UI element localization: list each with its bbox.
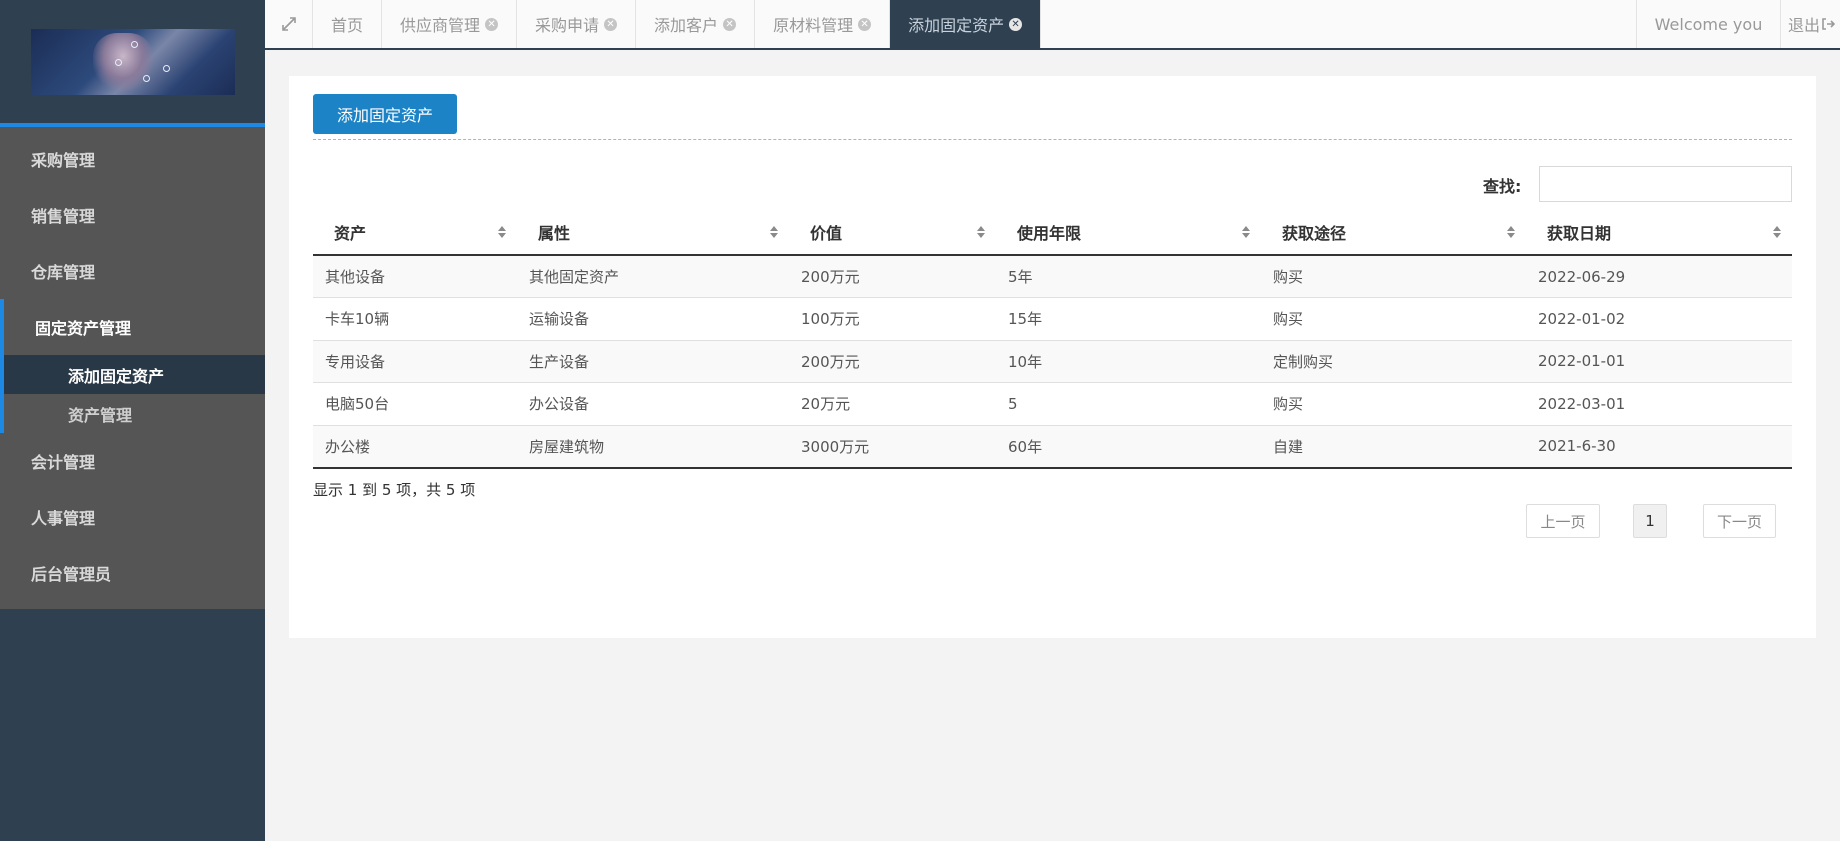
cell-service-life: 5年 <box>996 255 1261 298</box>
cell-asset: 其他设备 <box>313 255 517 298</box>
cell-value: 100万元 <box>789 297 996 341</box>
sidebar: 采购管理 销售管理 仓库管理 固定资产管理 添加固定资产 资产管理 会计管理 人… <box>0 0 265 841</box>
close-icon[interactable]: ✕ <box>723 17 737 31</box>
cell-acquisition-date: 2022-06-29 <box>1526 255 1792 298</box>
logout-button[interactable]: 退出 <box>1780 0 1840 48</box>
cell-attribute: 房屋建筑物 <box>517 425 789 469</box>
sidebar-item-admin[interactable]: 后台管理员 <box>0 545 265 601</box>
cell-attribute: 生产设备 <box>517 340 789 383</box>
column-header-acquisition-method[interactable]: 获取途径 <box>1261 210 1526 256</box>
cell-value: 200万元 <box>789 255 996 298</box>
column-header-acquisition-date[interactable]: 获取日期 <box>1526 210 1792 256</box>
cell-acquisition-method: 定制购买 <box>1261 340 1526 383</box>
cell-acquisition-method: 购买 <box>1261 382 1526 426</box>
table-row[interactable]: 电脑50台 办公设备 20万元 5 购买 2022-03-01 <box>313 382 1792 426</box>
tab-home[interactable]: 首页 <box>313 0 383 48</box>
logout-label: 退出 <box>1788 16 1821 35</box>
cell-acquisition-date: 2021-6-30 <box>1526 425 1792 469</box>
sidebar-item-sales[interactable]: 销售管理 <box>0 187 265 243</box>
table-row[interactable]: 其他设备 其他固定资产 200万元 5年 购买 2022-06-29 <box>313 255 1792 298</box>
add-fixed-asset-button[interactable]: 添加固定资产 <box>313 94 457 134</box>
tab-label: 添加固定资产 <box>908 16 1005 35</box>
cell-asset: 专用设备 <box>313 340 517 383</box>
sort-icon <box>498 226 506 238</box>
welcome-text: Welcome you <box>1636 0 1780 48</box>
content-card: 添加固定资产 查找: 资产 属性 价值 使用年限 获取途径 获取日期 其他设备 … <box>289 76 1816 638</box>
sidebar-item-accounting[interactable]: 会计管理 <box>0 433 265 489</box>
sidebar-subitem-add-fixed-asset[interactable]: 添加固定资产 <box>0 355 265 394</box>
close-icon[interactable]: ✕ <box>604 17 618 31</box>
cell-acquisition-date: 2022-01-01 <box>1526 340 1792 383</box>
sidebar-item-hr[interactable]: 人事管理 <box>0 489 265 545</box>
sidebar-group-fixed-assets: 固定资产管理 添加固定资产 资产管理 <box>0 299 265 433</box>
cell-attribute: 运输设备 <box>517 297 789 341</box>
table-info: 显示 1 到 5 项，共 5 项 <box>313 481 476 499</box>
sidebar-item-fixed-assets[interactable]: 固定资产管理 <box>0 299 265 355</box>
cell-acquisition-method: 购买 <box>1261 297 1526 341</box>
sort-icon <box>1507 226 1515 238</box>
logo-image <box>30 28 235 95</box>
prev-page-button[interactable]: 上一页 <box>1526 504 1600 538</box>
tab-label: 供应商管理 <box>400 16 481 35</box>
tab-label: 添加客户 <box>654 16 719 35</box>
expand-icon[interactable] <box>265 0 313 48</box>
cell-attribute: 其他固定资产 <box>517 255 789 298</box>
search-input[interactable] <box>1539 166 1792 202</box>
sort-icon <box>977 226 985 238</box>
column-header-value[interactable]: 价值 <box>789 210 996 256</box>
close-icon[interactable]: ✕ <box>1009 17 1023 31</box>
next-page-button[interactable]: 下一页 <box>1703 504 1776 538</box>
cell-service-life: 60年 <box>996 425 1261 469</box>
assets-table: 资产 属性 价值 使用年限 获取途径 获取日期 其他设备 其他固定资产 200万… <box>313 210 1792 469</box>
cell-value: 20万元 <box>789 382 996 426</box>
cell-acquisition-method: 购买 <box>1261 255 1526 298</box>
tab-raw-material[interactable]: 原材料管理 ✕ <box>755 0 891 48</box>
tabs-spacer <box>1041 0 1636 48</box>
sidebar-item-purchase[interactable]: 采购管理 <box>0 131 265 187</box>
cell-asset: 电脑50台 <box>313 382 517 426</box>
sort-icon <box>770 226 778 238</box>
tab-label: 原材料管理 <box>773 16 854 35</box>
cell-value: 200万元 <box>789 340 996 383</box>
cell-service-life: 5 <box>996 382 1261 426</box>
cell-asset: 卡车10辆 <box>313 297 517 341</box>
nav-menu: 采购管理 销售管理 仓库管理 固定资产管理 添加固定资产 资产管理 会计管理 人… <box>0 127 265 609</box>
tab-add-customer[interactable]: 添加客户 ✕ <box>636 0 756 48</box>
column-header-attribute[interactable]: 属性 <box>517 210 789 256</box>
cell-attribute: 办公设备 <box>517 382 789 426</box>
close-icon[interactable]: ✕ <box>485 17 499 31</box>
cell-acquisition-date: 2022-01-02 <box>1526 297 1792 341</box>
logout-icon <box>1822 18 1836 30</box>
page-number-button[interactable]: 1 <box>1633 504 1667 538</box>
table-row[interactable]: 专用设备 生产设备 200万元 10年 定制购买 2022-01-01 <box>313 340 1792 383</box>
cell-value: 3000万元 <box>789 425 996 469</box>
tab-label: 采购申请 <box>535 16 600 35</box>
tab-bar: 首页 供应商管理 ✕ 采购申请 ✕ 添加客户 ✕ 原材料管理 ✕ 添加固定资产 ✕ Wel… <box>265 0 1840 50</box>
cell-acquisition-method: 自建 <box>1261 425 1526 469</box>
logo-area <box>0 0 265 127</box>
divider <box>313 139 1792 140</box>
cell-acquisition-date: 2022-03-01 <box>1526 382 1792 426</box>
sidebar-subitem-asset-management[interactable]: 资产管理 <box>0 394 265 433</box>
cell-service-life: 15年 <box>996 297 1261 341</box>
sort-icon <box>1242 226 1250 238</box>
tab-supplier[interactable]: 供应商管理 ✕ <box>382 0 518 48</box>
sort-icon <box>1773 226 1781 238</box>
table-header-row: 资产 属性 价值 使用年限 获取途径 获取日期 <box>313 210 1792 256</box>
tab-label: 首页 <box>331 16 364 35</box>
column-header-asset[interactable]: 资产 <box>313 210 517 256</box>
close-icon[interactable]: ✕ <box>858 17 872 31</box>
cell-service-life: 10年 <box>996 340 1261 383</box>
column-header-service-life[interactable]: 使用年限 <box>996 210 1261 256</box>
tab-purchase-request[interactable]: 采购申请 ✕ <box>517 0 637 48</box>
table-row[interactable]: 卡车10辆 运输设备 100万元 15年 购买 2022-01-02 <box>313 297 1792 341</box>
sidebar-item-warehouse[interactable]: 仓库管理 <box>0 243 265 299</box>
cell-asset: 办公楼 <box>313 425 517 469</box>
search-label: 查找: <box>1483 177 1522 196</box>
tab-add-fixed-asset[interactable]: 添加固定资产 ✕ <box>890 0 1042 48</box>
table-row[interactable]: 办公楼 房屋建筑物 3000万元 60年 自建 2021-6-30 <box>313 425 1792 469</box>
